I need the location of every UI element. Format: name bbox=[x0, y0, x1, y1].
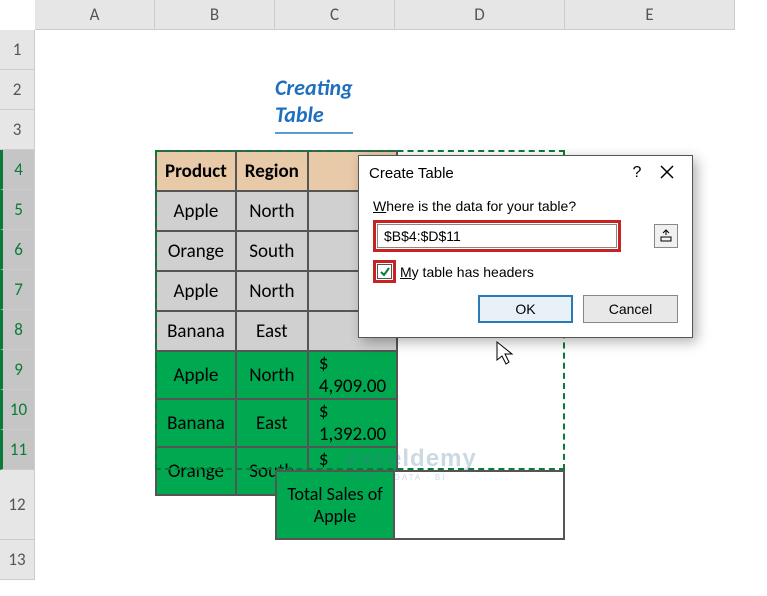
close-button[interactable] bbox=[652, 165, 682, 182]
dialog-titlebar[interactable]: Create Table ? bbox=[359, 156, 692, 190]
cell-product[interactable]: Banana bbox=[156, 311, 236, 351]
col-header-D[interactable]: D bbox=[395, 0, 565, 30]
row-header-5[interactable]: 5 bbox=[0, 190, 35, 230]
cell-region[interactable]: North bbox=[236, 191, 308, 231]
table-row: BananaEast$1,392.00 bbox=[156, 399, 397, 447]
row-header-1[interactable]: 1 bbox=[0, 30, 35, 70]
row-header-3[interactable]: 3 bbox=[0, 110, 35, 150]
range-select-button[interactable] bbox=[654, 224, 678, 248]
row-header-11[interactable]: 11 bbox=[0, 430, 35, 470]
col-header-B[interactable]: B bbox=[155, 0, 275, 30]
headers-label[interactable]: My table has headers bbox=[400, 264, 534, 280]
cell-region[interactable]: South bbox=[236, 231, 308, 271]
headers-checkbox[interactable] bbox=[377, 264, 392, 279]
header-region[interactable]: Region bbox=[236, 151, 308, 191]
row-header-10[interactable]: 10 bbox=[0, 390, 35, 430]
ok-button[interactable]: OK bbox=[478, 295, 573, 323]
dialog-title: Create Table bbox=[369, 165, 622, 182]
page-title: Creating Table bbox=[275, 74, 353, 134]
row-headers: 1 2 3 4 5 6 7 8 9 10 11 12 13 bbox=[0, 30, 35, 580]
row-header-2[interactable]: 2 bbox=[0, 70, 35, 110]
total-row: Total Sales of Apple bbox=[275, 470, 565, 540]
cancel-button[interactable]: Cancel bbox=[583, 295, 678, 323]
row-header-7[interactable]: 7 bbox=[0, 270, 35, 310]
total-value[interactable] bbox=[395, 470, 565, 540]
help-button[interactable]: ? bbox=[622, 164, 652, 182]
close-icon bbox=[660, 165, 674, 179]
cell-region[interactable]: North bbox=[236, 271, 308, 311]
cell-sales[interactable]: $1,392.00 bbox=[308, 399, 397, 447]
row-header-9[interactable]: 9 bbox=[0, 350, 35, 390]
dialog-body: Where is the data for your table? My tab… bbox=[359, 190, 692, 337]
range-row bbox=[373, 220, 678, 252]
header-product[interactable]: Product bbox=[156, 151, 236, 191]
cell-product[interactable]: Orange bbox=[156, 231, 236, 271]
cell-sales[interactable]: $4,909.00 bbox=[308, 351, 397, 399]
button-row: OK Cancel bbox=[373, 295, 678, 323]
checkbox-highlight bbox=[373, 260, 396, 283]
cell-product[interactable]: Apple bbox=[156, 351, 236, 399]
col-header-C[interactable]: C bbox=[275, 0, 395, 30]
row-header-12[interactable]: 12 bbox=[0, 470, 35, 540]
cell-region[interactable]: East bbox=[236, 399, 308, 447]
dialog-prompt: Where is the data for your table? bbox=[373, 198, 678, 214]
range-highlight bbox=[373, 220, 621, 252]
cell-product[interactable]: Apple bbox=[156, 271, 236, 311]
col-header-A[interactable]: A bbox=[35, 0, 155, 30]
checkmark-icon bbox=[379, 266, 391, 278]
cell-product[interactable]: Apple bbox=[156, 191, 236, 231]
table-row: AppleNorth$4,909.00 bbox=[156, 351, 397, 399]
row-header-6[interactable]: 6 bbox=[0, 230, 35, 270]
cell-region[interactable]: North bbox=[236, 351, 308, 399]
row-header-13[interactable]: 13 bbox=[0, 540, 35, 580]
row-header-8[interactable]: 8 bbox=[0, 310, 35, 350]
cell-product[interactable]: Banana bbox=[156, 399, 236, 447]
headers-check-row: My table has headers bbox=[373, 260, 678, 283]
total-label[interactable]: Total Sales of Apple bbox=[275, 470, 395, 540]
create-table-dialog: Create Table ? Where is the data for you… bbox=[358, 155, 693, 338]
range-input[interactable] bbox=[377, 224, 617, 248]
cell-region[interactable]: East bbox=[236, 311, 308, 351]
col-header-E[interactable]: E bbox=[565, 0, 735, 30]
cell-product[interactable]: Orange bbox=[156, 447, 236, 495]
collapse-dialog-icon bbox=[659, 229, 673, 243]
cursor-icon bbox=[494, 340, 516, 373]
column-headers: A B C D E bbox=[35, 0, 735, 30]
row-header-4[interactable]: 4 bbox=[0, 150, 35, 190]
